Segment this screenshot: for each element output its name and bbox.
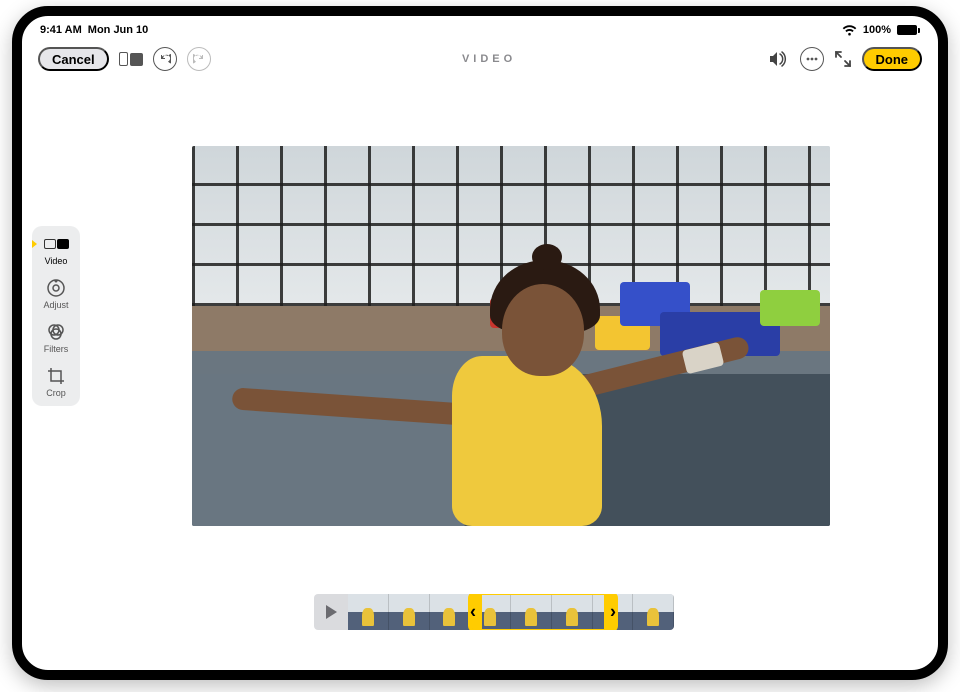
video-preview[interactable] [192,146,830,526]
edit-tools-sidebar: Video Adjust Filters Crop [32,226,80,406]
frame-thumbnail [552,594,593,630]
sidebar-item-label: Filters [44,344,69,354]
sidebar-item-filters[interactable]: Filters [42,322,70,354]
frame-thumbnail [593,594,634,630]
redo-button[interactable] [187,47,211,71]
fullscreen-button[interactable] [834,50,852,68]
wifi-icon [842,25,857,36]
crop-icon [42,366,70,386]
aspect-portrait-icon [119,52,128,66]
frame-strip[interactable]: ‹ › [348,594,674,630]
play-button[interactable] [314,594,348,630]
frame-thumbnail [470,594,511,630]
undo-button[interactable] [153,47,177,71]
preview-subject [232,236,792,526]
sidebar-item-adjust[interactable]: Adjust [42,278,70,310]
sidebar-item-video[interactable]: Video [42,234,70,266]
frame-thumbnail [511,594,552,630]
more-options-button[interactable] [800,47,824,71]
status-date: Mon Jun 10 [88,24,149,36]
sidebar-item-crop[interactable]: Crop [42,366,70,398]
sidebar-item-label: Crop [46,388,66,398]
video-scrubber: ‹ › [314,594,674,630]
aspect-ratio-button[interactable] [119,52,143,66]
status-bar: 9:41 AM Mon Jun 10 100% [22,20,938,40]
frame-thumbnail [389,594,430,630]
filters-icon [42,322,70,342]
frame-thumbnail [430,594,471,630]
aspect-square-icon [130,53,143,66]
volume-button[interactable] [768,50,790,68]
battery-percent: 100% [863,24,891,36]
adjust-icon [42,278,70,298]
cancel-button[interactable]: Cancel [38,47,109,71]
frame-thumbnail [348,594,389,630]
play-icon [326,605,337,619]
editor-top-toolbar: Cancel VIDEO Done [22,42,938,76]
editor-mode-title: VIDEO [462,53,516,65]
frame-thumbnail [633,594,674,630]
done-button[interactable]: Done [862,47,923,71]
status-time: 9:41 AM [40,24,82,36]
battery-icon [897,25,920,35]
sidebar-item-label: Adjust [43,300,68,310]
sidebar-item-label: Video [45,256,68,266]
ipad-device-frame: 9:41 AM Mon Jun 10 100% Cancel [12,6,948,680]
video-icon [42,234,70,254]
